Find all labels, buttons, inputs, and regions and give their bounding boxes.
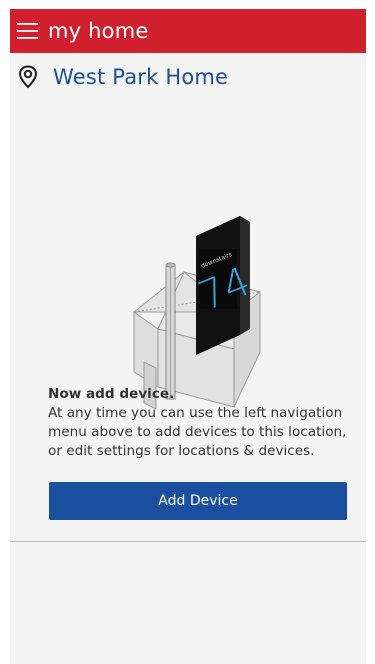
- location-name: West Park Home: [53, 65, 229, 89]
- app-screen: my home West Park Home downstairs 74 Now…: [0, 0, 375, 664]
- add-device-message: Now add device. At any time you can use …: [48, 385, 360, 461]
- location-pin-icon: [18, 65, 38, 89]
- app-bar: my home: [10, 9, 366, 53]
- hamburger-menu-icon: [17, 23, 38, 39]
- message-headline: Now add device.: [48, 386, 175, 402]
- app-title: my home: [48, 19, 149, 43]
- main-content: West Park Home downstairs 74 Now add dev…: [10, 53, 366, 664]
- menu-button[interactable]: [10, 9, 46, 53]
- divider: [10, 541, 366, 542]
- add-device-button[interactable]: Add Device: [49, 482, 347, 520]
- location-header[interactable]: West Park Home: [18, 65, 228, 89]
- message-body: At any time you can use the left navigat…: [48, 405, 347, 459]
- house-thermostat-illustration: downstairs 74: [132, 216, 261, 410]
